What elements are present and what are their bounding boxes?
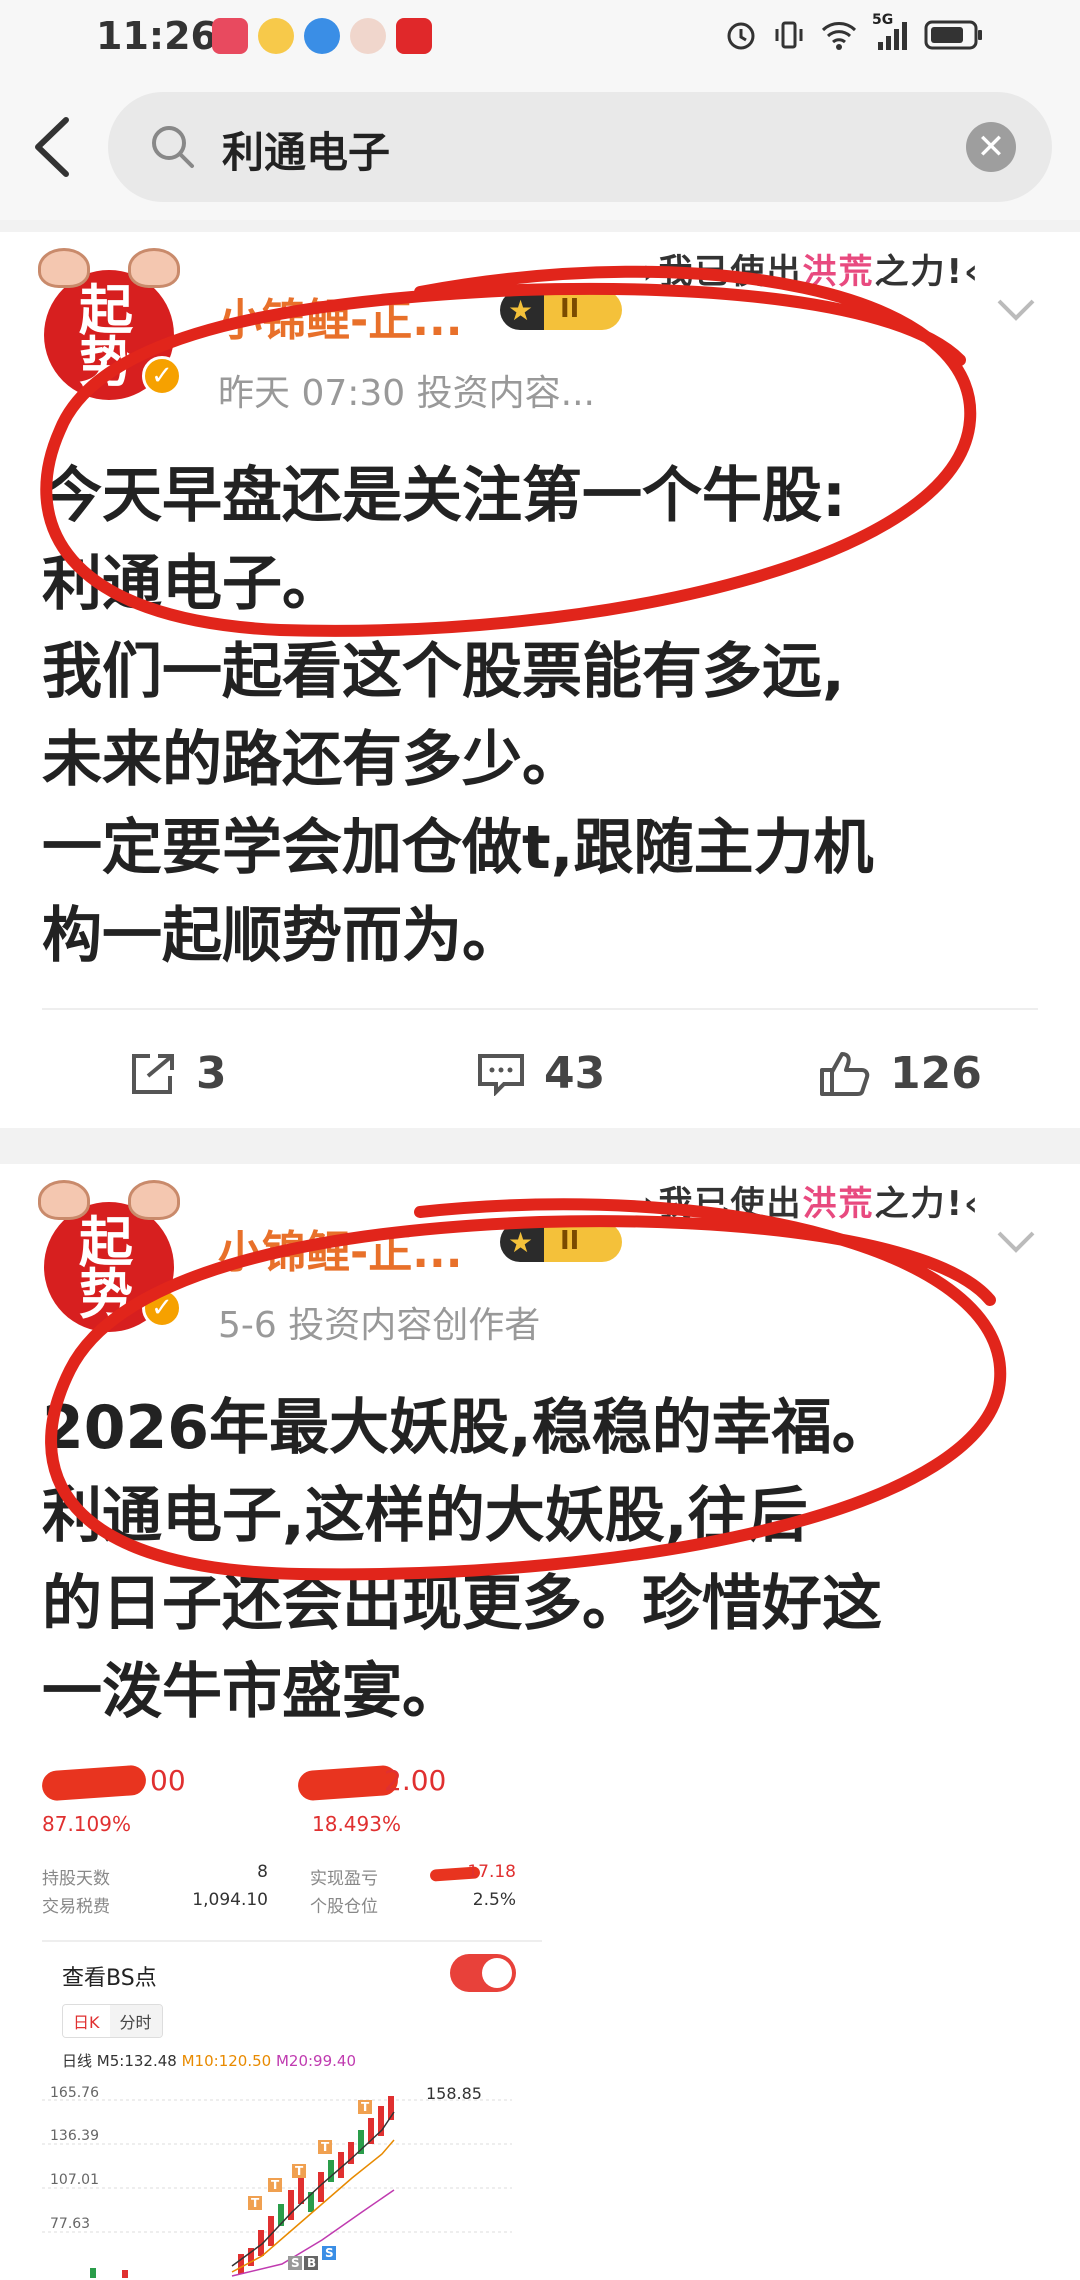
author-name[interactable]: 小锦鲤-正... — [218, 284, 462, 348]
post-line: 一泼牛市盛宴。 — [42, 1657, 462, 1727]
wifi-icon — [820, 16, 858, 54]
post-menu-chevron-icon[interactable] — [996, 1228, 1036, 1256]
avatar-text: 起势 — [79, 1210, 133, 1326]
svg-text:T: T — [271, 2178, 280, 2192]
post-body[interactable]: 2026年最大妖股,稳稳的幸福。 利通电子,这样的大妖股,往后 的日子还会出现更… — [42, 1384, 1042, 1736]
post-line: 利通电子,这样的大妖股,往后 — [42, 1481, 808, 1551]
post-line: 2026年最大妖股,稳稳的幸福。 — [42, 1393, 892, 1463]
post-line: 一定要学会加仓做t,跟随主力机 — [42, 813, 874, 883]
browser-icon — [304, 18, 340, 54]
post-line: 未来的路还有多少。 — [42, 725, 582, 795]
weibo-icon — [258, 18, 294, 54]
clear-search-icon[interactable]: ✕ — [966, 122, 1016, 172]
slogan: ›我已使出洪荒之力!‹ — [642, 1184, 980, 1224]
level-badge: ★ II — [500, 290, 622, 330]
battery-icon — [924, 16, 984, 54]
comment-icon — [478, 1053, 524, 1096]
avatar[interactable]: 起势 ✓ — [38, 248, 182, 400]
comment-count: 43 — [544, 1048, 606, 1099]
post-image-stock-screenshot[interactable]: 00 87.109% 2.00 18.493% 持股天数 8 交易税费 1,09… — [41, 1760, 542, 2280]
alarm-icon — [724, 16, 758, 54]
comment-button[interactable]: 43 — [476, 1048, 605, 1099]
network-type: 5G — [872, 12, 894, 28]
post-line: 的日子还会出现更多。珍惜好这 — [42, 1569, 882, 1639]
svg-text:S: S — [291, 2256, 300, 2270]
post-meta: 5-6 投资内容创作者 — [218, 1305, 541, 1346]
status-time: 11:26 — [96, 14, 217, 58]
search-icon — [148, 122, 198, 176]
status-bar: 11:26 5G — [0, 0, 1080, 76]
star-icon: ★ — [508, 294, 534, 327]
thumbs-up-icon — [820, 1051, 870, 1096]
svg-text:T: T — [251, 2196, 260, 2210]
back-button[interactable] — [28, 114, 76, 180]
post-meta: 昨天 07:30 投资内容... — [218, 373, 595, 414]
svg-text:S: S — [325, 2246, 334, 2260]
svg-text:T: T — [361, 2100, 370, 2114]
status-icons: 5G — [724, 12, 984, 54]
post-line: 今天早盘还是关注第一个牛股: — [42, 461, 846, 531]
level-badge: ★ II — [500, 1222, 622, 1262]
cat-ear-decoration — [128, 1180, 180, 1220]
search-query: 利通电子 — [222, 128, 391, 177]
cellular-signal-icon: 5G — [872, 12, 910, 54]
svg-text:T: T — [295, 2164, 304, 2178]
search-header: 利通电子 ✕ — [0, 76, 1080, 220]
calendar-app-icon — [396, 18, 432, 54]
post-card[interactable]: 起势 ✓ 小锦鲤-正... ★ II ›我已使出洪荒之力!‹ 昨天 07:30 … — [0, 232, 1080, 1128]
contact-avatar-icon — [350, 18, 386, 54]
trade-markers: T T T T T S B S — [248, 2100, 372, 2270]
kline-chart: T T T T T S B S — [42, 2096, 512, 2278]
back-arrow-icon — [35, 117, 69, 177]
like-count: 126 — [890, 1048, 982, 1099]
slogan: ›我已使出洪荒之力!‹ — [642, 252, 980, 292]
vibrate-icon — [772, 16, 806, 54]
post-body[interactable]: 今天早盘还是关注第一个牛股: 利通电子。 我们一起看这个股票能有多远, 未来的路… — [42, 452, 1042, 980]
verified-icon: ✓ — [142, 1288, 182, 1328]
star-icon: ★ — [508, 1226, 534, 1259]
author-name[interactable]: 小锦鲤-正... — [218, 1216, 462, 1280]
verified-icon: ✓ — [142, 356, 182, 396]
share-icon — [132, 1053, 174, 1094]
avatar-text: 起势 — [79, 278, 133, 394]
share-button[interactable]: 3 — [128, 1048, 227, 1099]
share-count: 3 — [196, 1048, 227, 1099]
post-menu-chevron-icon[interactable] — [996, 296, 1036, 324]
svg-text:B: B — [307, 2256, 316, 2270]
svg-text:T: T — [321, 2140, 330, 2154]
avatar[interactable]: 起势 ✓ — [38, 1180, 182, 1332]
post-line: 构一起顺势而为。 — [42, 901, 522, 971]
cat-ear-decoration — [128, 248, 180, 288]
post-line: 利通电子。 — [42, 549, 342, 619]
post-actions: 3 43 126 — [42, 1008, 1038, 1128]
candles — [90, 2096, 394, 2278]
huawei-store-icon — [212, 18, 248, 54]
post-line: 我们一起看这个股票能有多远, — [42, 637, 845, 707]
search-input[interactable]: 利通电子 ✕ — [108, 92, 1052, 202]
like-button[interactable]: 126 — [818, 1048, 982, 1099]
